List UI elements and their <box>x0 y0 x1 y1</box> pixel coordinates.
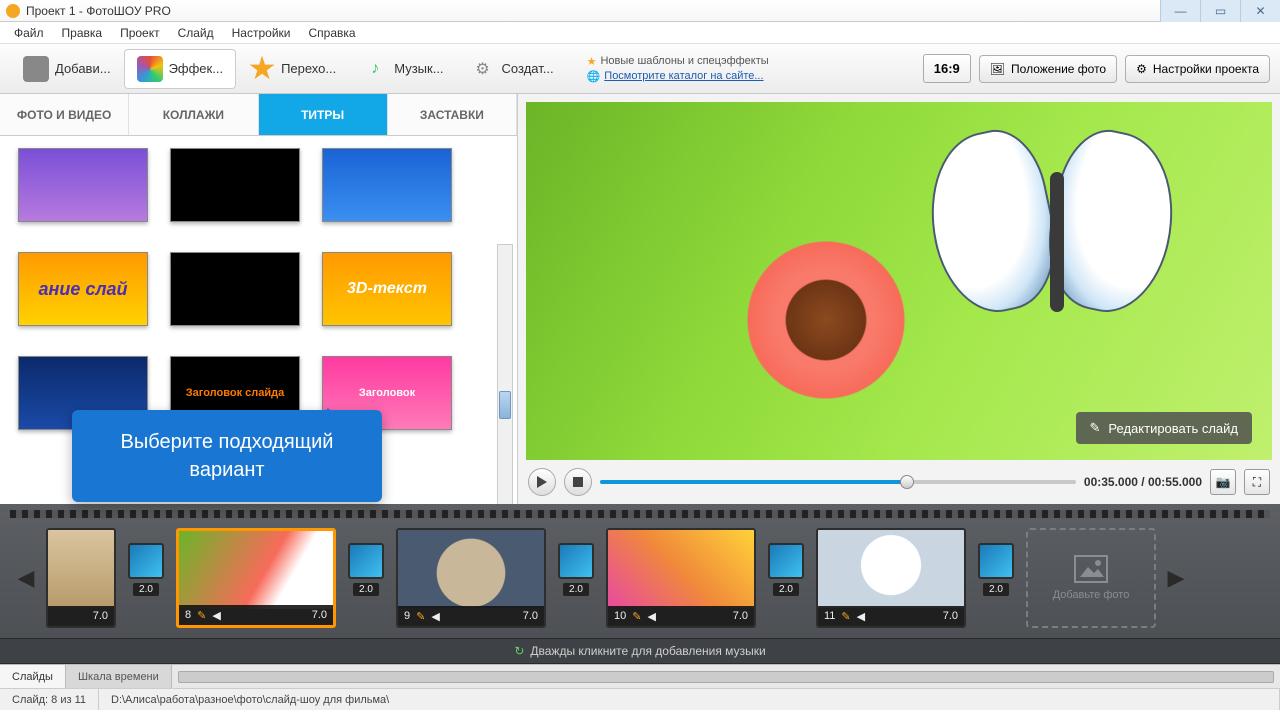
effects-button[interactable]: Эффек... <box>124 49 237 89</box>
project-settings-button[interactable]: ⚙Настройки проекта <box>1125 55 1270 83</box>
slide-thumb[interactable]: 9✎◀7.0 <box>396 528 546 628</box>
template-thumb[interactable] <box>170 252 300 326</box>
music-button[interactable]: ♪Музык... <box>349 49 456 89</box>
camera-icon <box>23 56 49 82</box>
fullscreen-button[interactable]: ⛶ <box>1244 469 1270 495</box>
slide-thumb[interactable]: 7.0 <box>46 528 116 628</box>
bottom-tabs: Слайды Шкала времени <box>0 664 1280 688</box>
transition-thumb[interactable]: 2.0 <box>346 543 386 613</box>
close-button[interactable]: ✕ <box>1240 0 1280 22</box>
menu-slide[interactable]: Слайд <box>170 24 222 42</box>
tab-photo-video[interactable]: ФОТО И ВИДЕО <box>0 94 129 135</box>
globe-icon: 🌐 <box>587 70 601 83</box>
slide-thumb[interactable]: 10✎◀7.0 <box>606 528 756 628</box>
tip-catalog-link[interactable]: Посмотрите каталог на сайте... <box>604 70 763 82</box>
gear-icon: ⚙ <box>1136 62 1147 76</box>
template-thumb[interactable]: ание слай <box>18 252 148 326</box>
transition-thumb[interactable]: 2.0 <box>766 543 806 613</box>
slides-row: ◀ 7.02.08✎◀7.02.09✎◀7.02.010✎◀7.02.011✎◀… <box>0 518 1280 638</box>
tab-collages[interactable]: КОЛЛАЖИ <box>129 94 258 135</box>
pencil-icon <box>1090 420 1101 436</box>
template-thumb[interactable] <box>170 148 300 222</box>
time-display: 00:35.000 / 00:55.000 <box>1084 475 1202 489</box>
template-thumb[interactable] <box>322 148 452 222</box>
menu-project[interactable]: Проект <box>112 24 168 42</box>
menu-file[interactable]: Файл <box>6 24 52 42</box>
maximize-button[interactable]: ▭ <box>1200 0 1240 22</box>
music-note-icon: ♪ <box>362 56 388 82</box>
transitions-button[interactable]: Перехо... <box>236 49 349 89</box>
tab-timeline-view[interactable]: Шкала времени <box>66 665 172 688</box>
main-toolbar: Добави... Эффек... Перехо... ♪Музык... ⚙… <box>0 44 1280 94</box>
refresh-icon: ↻ <box>514 644 524 658</box>
gear-icon: ⚙ <box>470 56 496 82</box>
add-button[interactable]: Добави... <box>10 49 124 89</box>
slide-thumb[interactable]: 8✎◀7.0 <box>176 528 336 628</box>
tab-slides-view[interactable]: Слайды <box>0 665 66 688</box>
hint-callout: Выберите подходящий вариант <box>72 410 382 502</box>
transition-thumb[interactable]: 2.0 <box>556 543 596 613</box>
tips-area: ★Новые шаблоны и спецэффекты 🌐Посмотрите… <box>587 55 769 83</box>
statusbar: Слайд: 8 из 11 D:\Алиса\работа\разное\фо… <box>0 688 1280 710</box>
timeline-next[interactable]: ▶ <box>1166 538 1186 618</box>
preview-image <box>526 102 1272 460</box>
menu-help[interactable]: Справка <box>300 24 363 42</box>
add-photo-placeholder[interactable]: Добавьте фото <box>1026 528 1156 628</box>
scrollbar-thumb[interactable] <box>499 391 511 419</box>
snapshot-button[interactable]: 📷 <box>1210 469 1236 495</box>
menu-settings[interactable]: Настройки <box>224 24 299 42</box>
titlebar: Проект 1 - ФотоШОУ PRO — ▭ ✕ <box>0 0 1280 22</box>
seek-bar[interactable] <box>600 480 1076 484</box>
menu-edit[interactable]: Правка <box>54 24 111 42</box>
stop-button[interactable] <box>564 468 592 496</box>
window-title: Проект 1 - ФотоШОУ PRO <box>26 4 171 18</box>
preview-canvas[interactable]: Редактировать слайд <box>526 102 1272 460</box>
tab-titles[interactable]: ТИТРЫ <box>259 94 388 135</box>
minimize-button[interactable]: — <box>1160 0 1200 22</box>
transition-thumb[interactable]: 2.0 <box>126 543 166 613</box>
play-button[interactable] <box>528 468 556 496</box>
aspect-ratio-button[interactable]: 16:9 <box>923 54 971 83</box>
app-icon <box>6 4 20 18</box>
timeline-hscroll[interactable] <box>172 665 1280 688</box>
create-button[interactable]: ⚙Создат... <box>457 49 567 89</box>
music-track[interactable]: ↻ Дважды кликните для добавления музыки <box>0 638 1280 664</box>
template-thumb[interactable] <box>18 148 148 222</box>
status-path: D:\Алиса\работа\разное\фото\слайд-шоу дл… <box>99 689 1280 710</box>
content-tabs: ФОТО И ВИДЕО КОЛЛАЖИ ТИТРЫ ЗАСТАВКИ <box>0 94 517 136</box>
transition-thumb[interactable]: 2.0 <box>976 543 1016 613</box>
photo-position-button[interactable]: 🖼Положение фото <box>979 55 1117 83</box>
star-icon <box>249 56 275 82</box>
tab-intros[interactable]: ЗАСТАВКИ <box>388 94 517 135</box>
template-thumb[interactable]: 3D-текст <box>322 252 452 326</box>
tip-new-templates: Новые шаблоны и спецэффекты <box>600 55 768 67</box>
seek-knob[interactable] <box>900 475 914 489</box>
star-small-icon: ★ <box>587 55 597 68</box>
playback-bar: 00:35.000 / 00:55.000 📷 ⛶ <box>518 460 1280 504</box>
slide-thumb[interactable]: 11✎◀7.0 <box>816 528 966 628</box>
filmstrip-top <box>10 510 1270 518</box>
palette-icon <box>137 56 163 82</box>
preview-panel: Редактировать слайд 00:35.000 / 00:55.00… <box>518 94 1280 504</box>
menubar: Файл Правка Проект Слайд Настройки Справ… <box>0 22 1280 44</box>
grid-scrollbar[interactable] <box>497 244 513 514</box>
timeline: ◀ 7.02.08✎◀7.02.09✎◀7.02.010✎◀7.02.011✎◀… <box>0 504 1280 664</box>
timeline-prev[interactable]: ◀ <box>16 538 36 618</box>
image-icon: 🖼 <box>990 62 1005 76</box>
edit-slide-button[interactable]: Редактировать слайд <box>1076 412 1252 444</box>
status-slide-count: Слайд: 8 из 11 <box>0 689 99 710</box>
